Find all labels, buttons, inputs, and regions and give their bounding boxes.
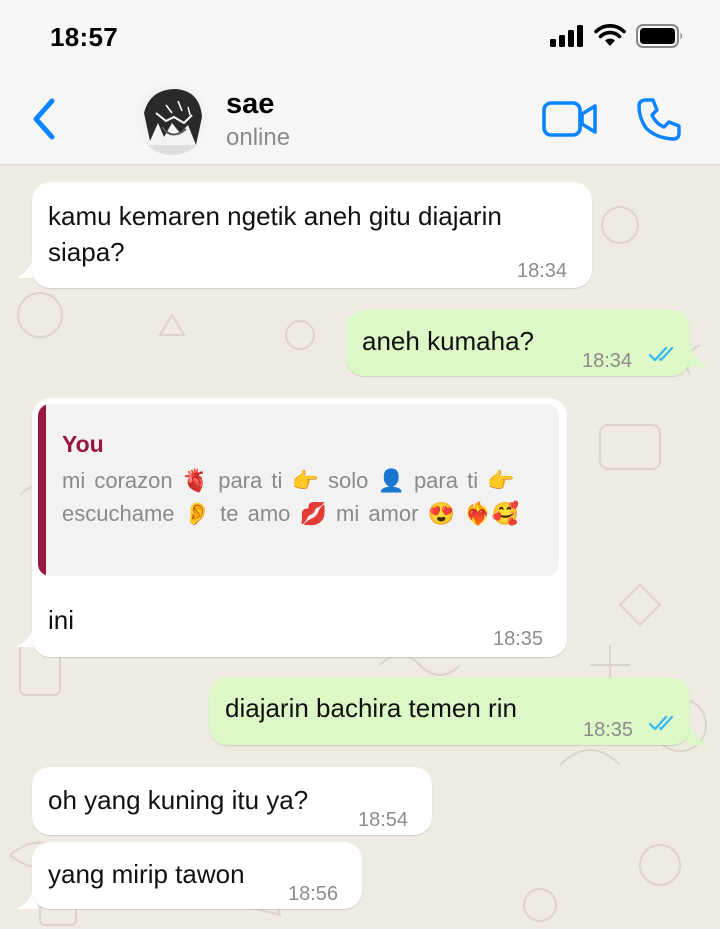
message-incoming[interactable]: yang mirip tawon 18:56 (32, 842, 362, 909)
chat-area[interactable]: kamu kemaren ngetik aneh gitu diajarin s… (0, 165, 720, 929)
message-outgoing[interactable]: aneh kumaha? 18:34 (346, 310, 690, 376)
signal-icon (550, 25, 583, 47)
quoted-message[interactable]: You mi corazon 🫀 para ti 👉 solo 👤 para t… (38, 404, 559, 576)
message-outgoing[interactable]: diajarin bachira temen rin 18:35 (209, 678, 690, 745)
quote-text: mi corazon 🫀 para ti 👉 solo 👤 para ti 👉 … (62, 468, 519, 526)
message-time: 18:56 (288, 883, 339, 905)
message-text: aneh kumaha? (362, 326, 535, 356)
message-text: oh yang kuning itu ya? (48, 785, 309, 815)
message-time: 18:35 (493, 628, 544, 650)
chat-header: sae online (0, 72, 720, 165)
message-text: kamu kemaren ngetik aneh gitu diajarin s… (48, 201, 502, 267)
message-incoming[interactable]: oh yang kuning itu ya? 18:54 (32, 767, 432, 835)
back-icon[interactable] (30, 96, 60, 142)
message-time: 18:34 (582, 350, 633, 372)
read-receipt-icon (648, 715, 674, 731)
video-call-icon[interactable] (542, 100, 598, 138)
message-text: yang mirip tawon (48, 859, 245, 889)
contact-name[interactable]: sae (226, 88, 274, 121)
avatar-image (136, 83, 208, 155)
message-time: 18:54 (358, 809, 409, 831)
message-time: 18:35 (583, 719, 634, 741)
message-text: ini (48, 605, 75, 635)
read-receipt-icon (648, 346, 674, 362)
message-incoming[interactable]: kamu kemaren ngetik aneh gitu diajarin s… (32, 182, 592, 288)
phone-call-icon[interactable] (636, 96, 682, 142)
wifi-icon (594, 24, 626, 46)
quote-author: You (62, 431, 104, 457)
message-time: 18:34 (517, 260, 568, 282)
status-time: 18:57 (50, 22, 118, 52)
contact-status: online (226, 124, 291, 151)
message-incoming-reply[interactable]: You mi corazon 🫀 para ti 👉 solo 👤 para t… (32, 398, 567, 657)
status-bar: 18:57 (0, 0, 720, 72)
battery-icon (636, 24, 682, 48)
avatar[interactable] (136, 83, 208, 155)
quote-bar (38, 404, 46, 576)
message-text: diajarin bachira temen rin (225, 693, 517, 723)
status-icons (550, 24, 684, 48)
